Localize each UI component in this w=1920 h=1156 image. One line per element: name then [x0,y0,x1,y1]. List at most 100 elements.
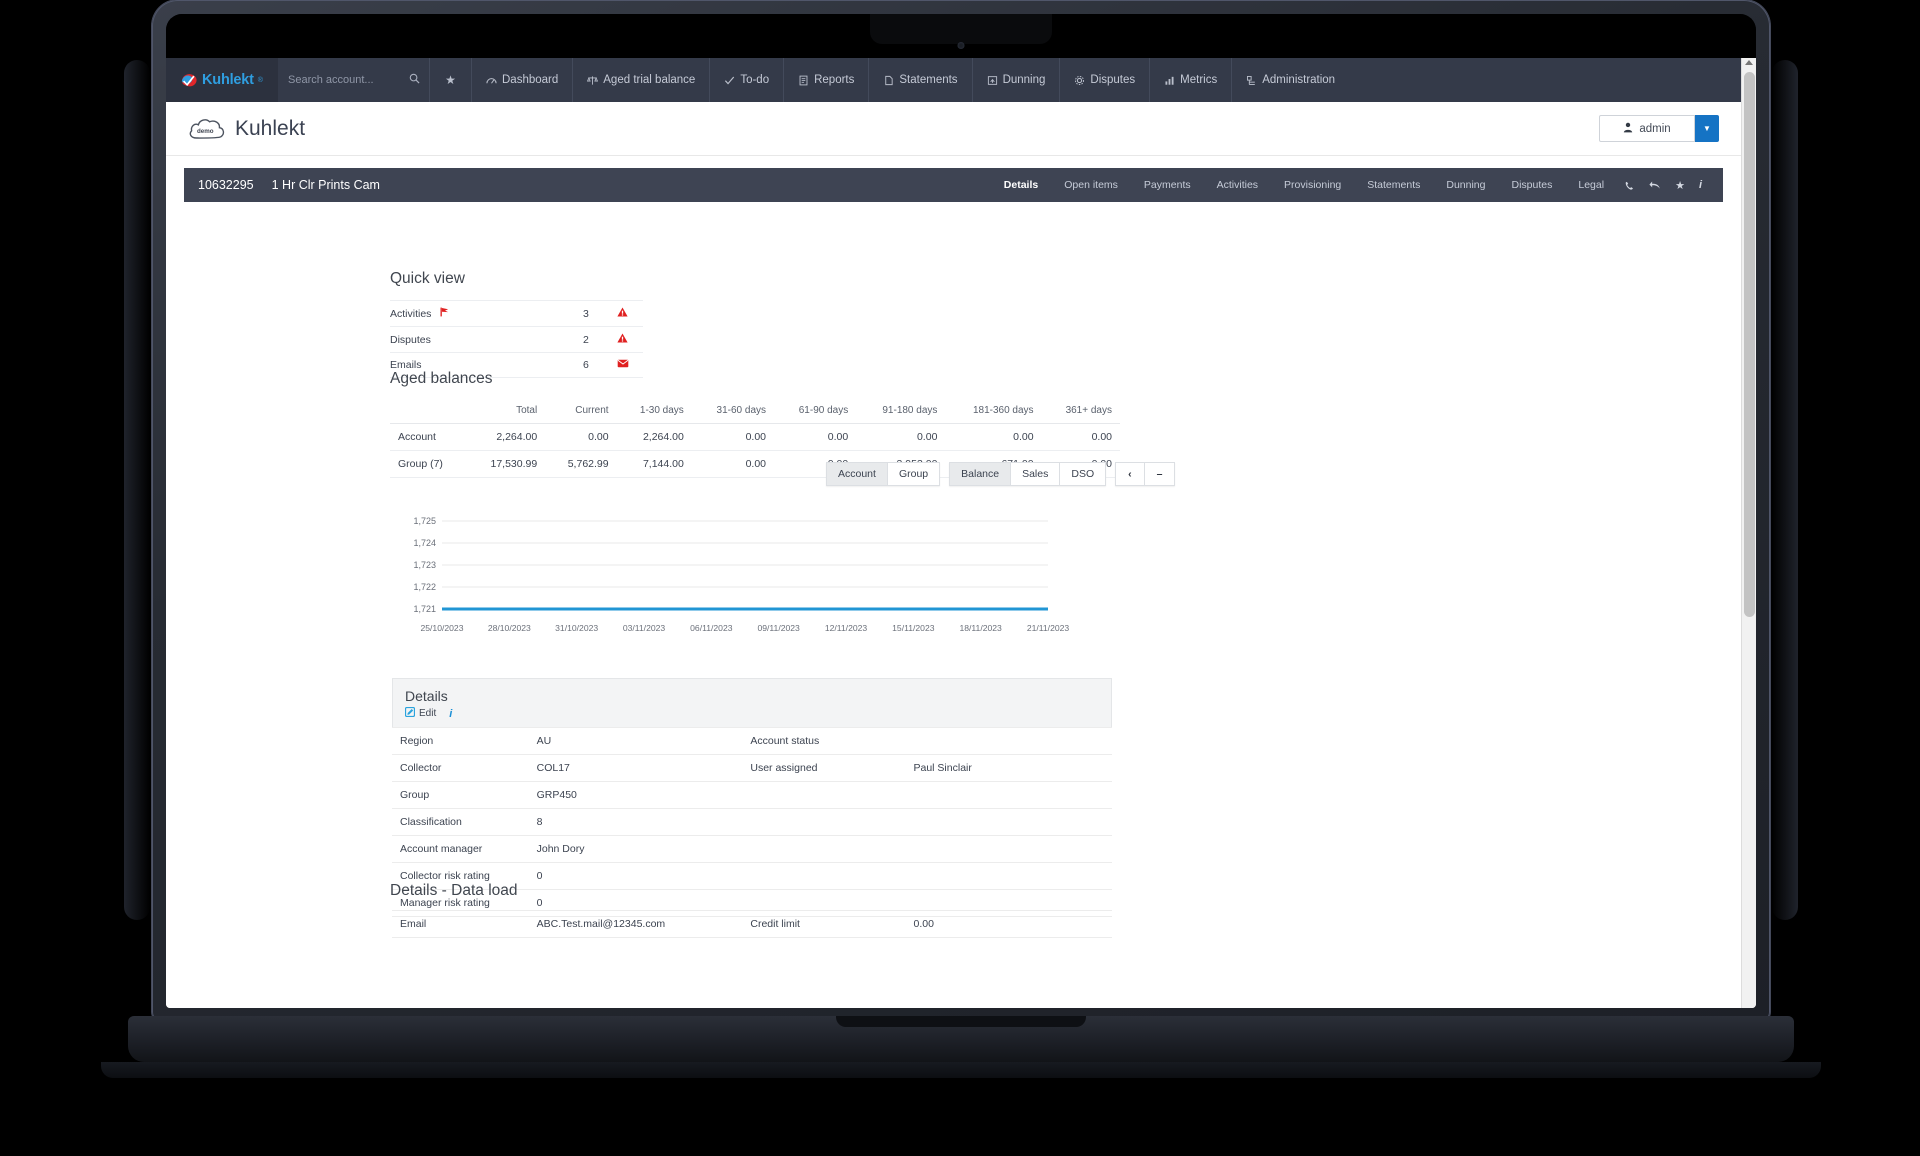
tab-disputes[interactable]: Disputes [1499,179,1566,191]
cell: 0.00 [1041,423,1120,451]
chart-scope-group[interactable]: Group [886,462,941,486]
info-icon[interactable]: i [449,708,452,720]
cell: 2,264.00 [616,423,692,451]
table-row[interactable]: Account 2,264.00 0.00 2,264.00 0.00 0.00… [390,423,1120,451]
screenshot-stage: Kuhlekt® ★ [0,0,1920,1156]
search-icon[interactable] [409,73,420,87]
tab-statements[interactable]: Statements [1354,179,1433,191]
y-tick-label: 1,721 [413,604,436,614]
x-tick-label: 03/11/2023 [623,623,666,633]
field-value [909,781,1112,809]
nav-item-administration[interactable]: Administration [1232,58,1349,102]
svg-text:demo: demo [197,128,214,135]
display-notch [870,14,1052,44]
data-load-title: Details - Data load [390,882,518,899]
user-menu-caret-button[interactable]: ▼ [1695,115,1719,142]
nav-label: Disputes [1090,74,1136,86]
table-row[interactable]: Classification 8 [392,808,1112,836]
tab-details[interactable]: Details [991,179,1051,191]
tab-open-items[interactable]: Open items [1051,179,1131,191]
table-row[interactable]: Group GRP450 [392,781,1112,809]
brand-name: Kuhlekt [202,72,254,88]
tab-activities[interactable]: Activities [1204,179,1271,191]
search-input[interactable] [288,74,406,86]
chart-scope-account[interactable]: Account [826,462,887,486]
field-label: Credit limit [746,910,910,938]
nav-item-to-do[interactable]: To-do [710,58,785,102]
edit-button[interactable]: Edit [404,706,437,720]
laptop-foot [101,1062,1821,1078]
row-label: Activities [390,308,432,320]
x-tick-label: 21/11/2023 [1027,623,1070,633]
nav-item-dunning[interactable]: Dunning [973,58,1061,102]
content-fade [166,986,1741,1008]
nav-item-aged-trial-balance[interactable]: Aged trial balance [573,58,711,102]
star-icon[interactable]: ★ [1668,179,1692,192]
field-value [909,808,1112,836]
top-navigation-bar: Kuhlekt® ★ [166,58,1741,102]
balance-icon [587,75,599,86]
tab-payments[interactable]: Payments [1131,179,1204,191]
nav-label: Metrics [1180,74,1218,86]
undo-icon[interactable] [1642,180,1668,191]
nav-item-metrics[interactable]: Metrics [1150,58,1233,102]
field-value [909,862,1112,890]
chart-svg: 1,725 1,724 1,723 1,722 1,721 25/10/2023… [413,516,1070,633]
tab-legal[interactable]: Legal [1565,179,1617,191]
chart-metric-balance[interactable]: Balance [949,462,1011,486]
vertical-scrollbar[interactable] [1741,58,1756,1008]
col-header [390,400,467,424]
chart-metric-dso[interactable]: DSO [1059,462,1107,486]
nav-item-disputes[interactable]: Disputes [1060,58,1151,102]
chevron-down-icon: ▼ [1703,124,1711,133]
field-value: John Dory [532,835,747,863]
account-name: 1 Hr Clr Prints Cam [271,178,380,192]
favorites-star-icon[interactable]: ★ [430,58,472,102]
edit-label: Edit [419,708,437,719]
quick-view-table: Activities 3 Disputes 2 Emails 6 [390,300,643,378]
phone-icon[interactable] [1617,180,1642,191]
tab-provisioning[interactable]: Provisioning [1271,179,1354,191]
table-row[interactable]: Collector COL17 User assigned Paul Sincl… [392,754,1112,782]
x-tick-label: 31/10/2023 [555,623,598,633]
scrollbar-thumb[interactable] [1744,72,1755,617]
webcam-icon [957,42,965,49]
table-row[interactable]: Region AU Account status [392,727,1112,755]
col-header: Total [466,400,546,424]
nav-item-dashboard[interactable]: Dashboard [472,58,574,102]
user-menu-button[interactable]: admin [1599,115,1695,142]
field-label [746,862,910,890]
kuhlekt-mark-icon [181,73,198,88]
page-header: demo Kuhlekt admin ▼ [166,102,1741,156]
table-row[interactable]: Disputes 2 [390,326,643,353]
tab-dunning[interactable]: Dunning [1433,179,1498,191]
chevron-left-icon[interactable]: ‹ [1115,462,1144,486]
details-title: Details [405,688,448,704]
field-value: AU [532,727,747,755]
cell: 7,144.00 [616,450,692,478]
table-row[interactable]: Email ABC.Test.mail@12345.com Credit lim… [392,910,1112,938]
chart-metric-sales[interactable]: Sales [1010,462,1060,486]
balance-line-chart[interactable]: 1,725 1,724 1,723 1,722 1,721 25/10/2023… [390,515,1120,645]
info-icon[interactable]: i [1692,179,1709,191]
table-row[interactable]: Account manager John Dory [392,835,1112,863]
report-icon [798,75,809,86]
account-tab-strip: Details Open items Payments Activities P… [991,179,1709,192]
nav-item-statements[interactable]: Statements [869,58,973,102]
nav-label: Reports [814,74,855,86]
y-tick-label: 1,723 [413,560,436,570]
y-tick-label: 1,725 [413,516,436,526]
nav-item-reports[interactable]: Reports [784,58,870,102]
field-label [746,835,910,863]
table-row[interactable]: Activities 3 [390,300,643,327]
field-value: 0 [532,862,747,890]
laptop-edge-left [124,60,150,920]
minus-icon[interactable]: – [1143,462,1176,486]
scroll-up-arrow-icon[interactable] [1745,60,1753,65]
field-value: ABC.Test.mail@12345.com [532,910,747,938]
col-header: 31-60 days [691,400,775,424]
brand-logo[interactable]: Kuhlekt ® [166,58,278,102]
flag-icon [440,307,449,320]
field-label: Email [392,910,533,938]
cell: 2,264.00 [466,423,546,451]
